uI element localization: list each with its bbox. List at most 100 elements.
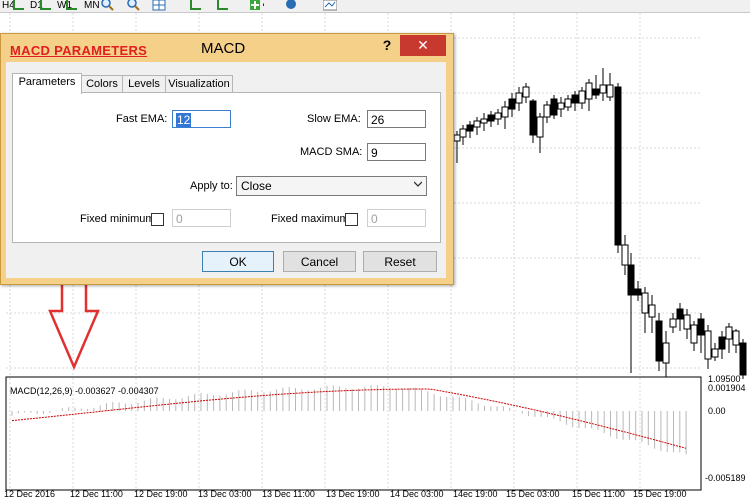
templates-icon[interactable]	[323, 0, 337, 11]
dialog-title: MACD	[201, 40, 246, 57]
apply-to-label: Apply to:	[190, 180, 233, 192]
candle-body	[676, 308, 684, 320]
fixed-minimum-checkbox[interactable]	[151, 213, 164, 226]
time-axis-label: 15 Dec 19:00	[633, 489, 687, 499]
candle-body	[557, 102, 565, 110]
tile-windows-icon[interactable]	[152, 0, 166, 11]
parameters-panel: Fast EMA: 12 Slow EMA: 26 MACD SMA: 9 Ap…	[12, 92, 441, 243]
candle-body	[550, 98, 558, 116]
time-axis-label: 14 Dec 03:00	[390, 489, 444, 499]
time-axis-label: 13 Dec 19:00	[326, 489, 380, 499]
timeframe-mn[interactable]: MN	[84, 0, 100, 11]
macd-axis-max: 0.001904	[708, 383, 746, 393]
fixed-minimum-input: 0	[172, 209, 231, 227]
autoscroll-icon[interactable]	[215, 0, 229, 11]
candle-body	[711, 348, 719, 358]
candle-body	[606, 84, 614, 98]
candle-body	[578, 90, 586, 104]
periodicity-icon[interactable]	[285, 0, 299, 11]
tab-levels[interactable]: Levels	[122, 75, 166, 93]
macd-axis-zero: 0.00	[708, 406, 726, 416]
candle-body	[466, 124, 474, 132]
tab-visualization[interactable]: Visualization	[165, 75, 233, 93]
time-axis-label: 14ec 19:00	[453, 489, 498, 499]
candle-body	[515, 92, 523, 104]
candle-body	[614, 86, 622, 246]
dialog-overlay-caption: MACD PARAMETERS	[10, 43, 148, 58]
candle-body	[459, 128, 467, 138]
candle-body	[655, 320, 663, 362]
candle-body	[683, 314, 691, 330]
slow-ema-input[interactable]: 26	[367, 110, 426, 128]
price-candles	[453, 68, 747, 379]
fixed-maximum-checkbox[interactable]	[345, 213, 358, 226]
candle-body	[599, 84, 607, 94]
candle-body	[648, 304, 656, 318]
time-axis-label: 15 Dec 11:00	[572, 489, 625, 499]
close-button[interactable]: ✕	[400, 35, 446, 56]
candle-body	[690, 324, 698, 344]
fast-ema-label: Fast EMA:	[116, 113, 168, 125]
dialog-body: Parameters Colors Levels Visualization F…	[6, 62, 446, 278]
chart-shift-icon[interactable]	[188, 0, 202, 11]
macd-dialog: MACD PARAMETERS MACD ? ✕ Parameters Colo…	[0, 33, 454, 285]
candle-body	[571, 94, 579, 104]
candle-body	[718, 336, 726, 350]
candle-body	[621, 244, 629, 266]
zoom-in-icon[interactable]	[100, 0, 114, 11]
reset-button[interactable]: Reset	[363, 251, 437, 272]
candle-body	[641, 292, 649, 314]
fixed-minimum-label: Fixed minimum	[80, 213, 155, 225]
add-indicator-icon[interactable]	[250, 0, 264, 11]
candle-body	[725, 326, 733, 340]
candle-body	[732, 330, 740, 346]
macd-axis-min: -0.005189	[705, 473, 746, 483]
candle-body	[487, 114, 495, 122]
time-axis-label: 13 Dec 03:00	[198, 489, 252, 499]
candle-body	[627, 264, 635, 296]
tab-parameters[interactable]: Parameters	[12, 73, 82, 94]
toolbar: H4 D1 W1 MN	[0, 0, 750, 13]
slow-ema-label: Slow EMA:	[307, 113, 361, 125]
candle-body	[508, 98, 516, 110]
macd-sma-input[interactable]: 9	[367, 143, 426, 161]
candle-body	[473, 120, 481, 128]
candle-body	[739, 342, 747, 376]
candle-body	[592, 88, 600, 96]
candle-body	[543, 104, 551, 118]
apply-to-value: Close	[241, 179, 272, 193]
candle-body	[662, 342, 670, 364]
time-axis-label: 12 Dec 19:00	[134, 489, 188, 499]
candle-body	[564, 98, 572, 108]
candle-body	[536, 116, 544, 138]
ok-button[interactable]: OK	[202, 251, 274, 272]
fixed-maximum-input: 0	[367, 209, 426, 227]
help-button[interactable]: ?	[380, 37, 394, 53]
candle-body	[453, 134, 461, 142]
time-axis-label: 13 Dec 11:00	[262, 489, 315, 499]
fixed-maximum-label: Fixed maximum	[271, 213, 349, 225]
tab-colors[interactable]: Colors	[81, 75, 123, 93]
candle-body	[480, 118, 488, 124]
chevron-down-icon	[414, 181, 422, 187]
candle-body	[669, 318, 677, 328]
chart-line-icon[interactable]	[64, 0, 78, 11]
time-axis-label: 12 Dec 2016	[4, 489, 56, 499]
zoom-out-icon[interactable]	[126, 0, 140, 11]
candle-body	[634, 288, 642, 296]
fast-ema-input[interactable]: 12	[172, 110, 231, 128]
apply-to-select[interactable]: Close	[236, 176, 427, 196]
chart-bar-icon[interactable]	[11, 0, 25, 11]
cancel-button[interactable]: Cancel	[283, 251, 356, 272]
candle-body	[697, 318, 705, 336]
time-axis-label: 15 Dec 03:00	[506, 489, 560, 499]
candle-body	[529, 100, 537, 136]
candle-body	[501, 106, 509, 118]
candle-body	[494, 112, 502, 120]
macd-legend: MACD(12,26,9) -0.003627 -0.004307	[10, 386, 159, 396]
time-axis-label: 12 Dec 11:00	[70, 489, 123, 499]
candle-body	[522, 86, 530, 98]
macd-sma-label: MACD SMA:	[300, 146, 363, 158]
candle-body	[704, 330, 712, 360]
chart-candle-icon[interactable]	[38, 0, 52, 11]
